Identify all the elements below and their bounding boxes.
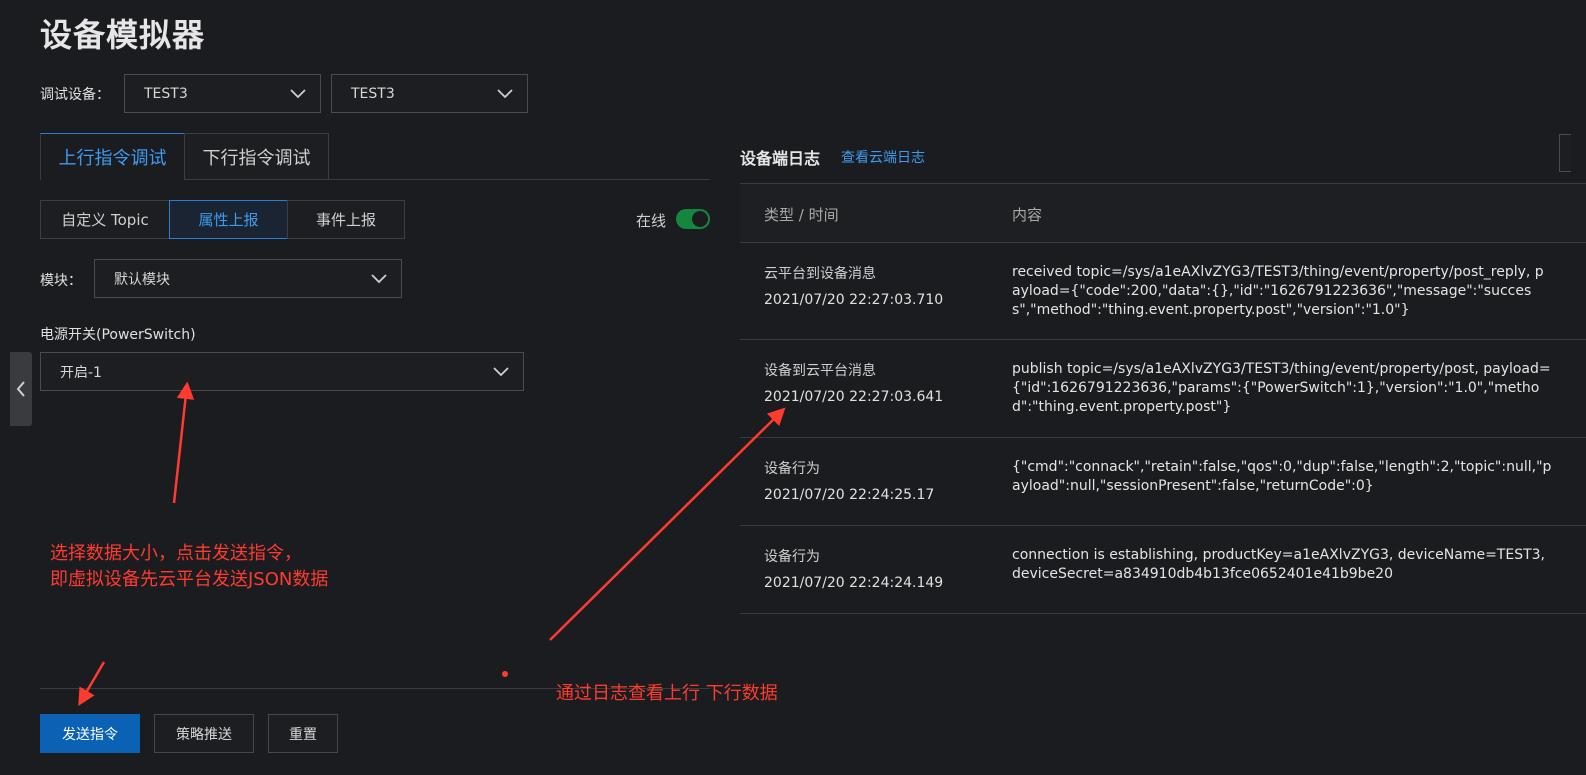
arrow-to-property-select bbox=[172, 381, 195, 504]
annotation-arrows bbox=[78, 381, 786, 707]
arrow-to-send-button bbox=[78, 661, 106, 707]
annotation-dot bbox=[502, 671, 508, 677]
annotation-left: 选择数据大小，点击发送指令， 即虚拟设备先云平台发送JSON数据 bbox=[50, 541, 328, 593]
annotation-right: 通过日志查看上行 下行数据 bbox=[556, 683, 778, 704]
arrow-to-log bbox=[549, 407, 786, 641]
annotation-left-line1: 选择数据大小，点击发送指令， bbox=[50, 543, 302, 564]
annotation-left-line2: 即虚拟设备先云平台发送JSON数据 bbox=[50, 569, 329, 590]
